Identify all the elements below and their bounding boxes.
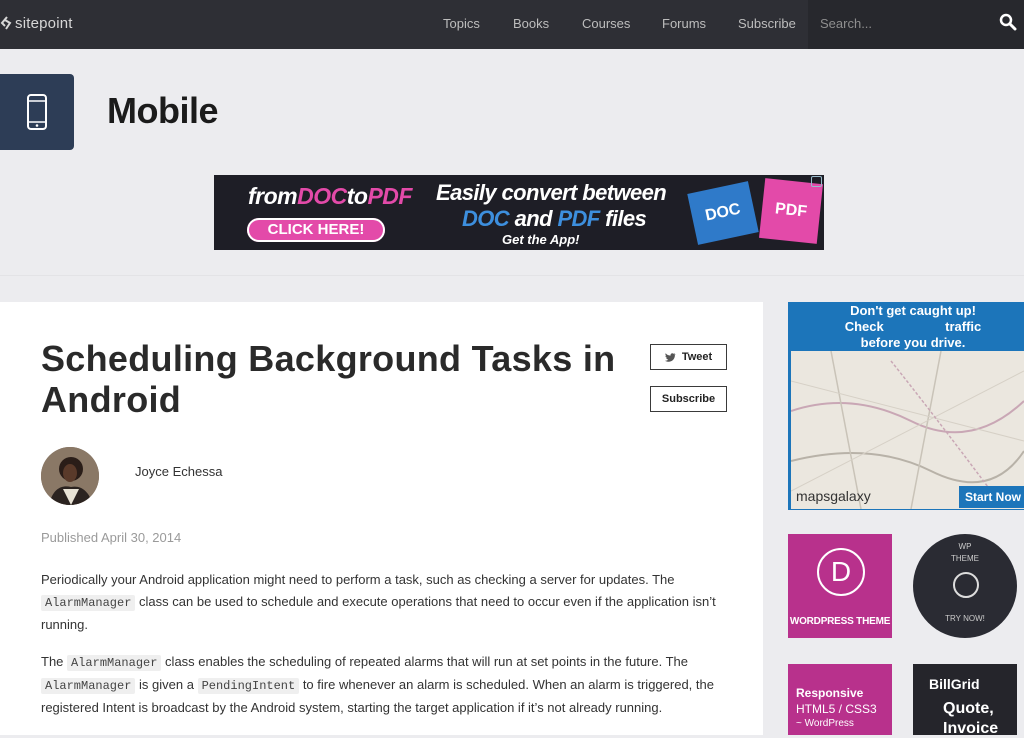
doc-file-icon: DOC (687, 181, 759, 245)
author-photo (41, 447, 99, 505)
theme-ring-icon (953, 572, 979, 598)
search-input[interactable]: Search... (808, 0, 1024, 49)
code-alarmmanager: AlarmManager (67, 655, 162, 671)
banner-ad[interactable]: fromDOCtoPDF CLICK HERE! Easily convert … (214, 175, 824, 250)
responsive-html5-ad[interactable]: Responsive HTML5 / CSS3 ~ WordPress (788, 664, 892, 735)
author-name[interactable]: Joyce Echessa (135, 464, 222, 479)
nav-courses[interactable]: Courses (582, 16, 630, 31)
tweet-label: Tweet (681, 351, 713, 363)
header-divider (0, 275, 1024, 276)
published-date: Published April 30, 2014 (41, 530, 182, 545)
search-placeholder: Search... (820, 16, 873, 31)
category-title: Mobile (107, 90, 219, 131)
author-avatar[interactable] (41, 447, 99, 505)
nav-subscribe[interactable]: Subscribe (738, 16, 796, 31)
ad-headline: Easily convert between (436, 180, 667, 205)
adchoices-icon[interactable] (811, 176, 822, 187)
billgrid-brand: BillGrid (929, 676, 980, 692)
code-pendingintent: PendingIntent (197, 678, 300, 694)
try-now-label: TRY NOW! (945, 614, 985, 623)
sitepoint-logo[interactable]: sitepoint (0, 12, 73, 34)
nav-topics[interactable]: Topics (443, 16, 480, 31)
subscribe-label: Subscribe (661, 393, 716, 405)
mobile-category-tile (0, 74, 74, 150)
article-paragraph-2: The AlarmManager class enables the sched… (41, 654, 714, 715)
wordpress-theme-label: WORDPRESS THEME (789, 616, 891, 627)
top-navbar: sitepoint Topics Books Courses Forums Su… (0, 0, 1024, 49)
maps-ad-text: Don't get caught up! Check traffic befor… (844, 303, 982, 350)
responsive-label: Responsive (796, 686, 864, 700)
wordpress-theme-ad[interactable]: D WORDPRESS THEME (788, 534, 892, 638)
mapsgalaxy-brand: mapsgalaxy (796, 488, 871, 504)
ad-brand: fromDOCtoPDF (248, 183, 412, 209)
article-paragraph-1: Periodically your Android application mi… (41, 572, 716, 632)
search-icon[interactable] (999, 13, 1017, 31)
theme-label: THEME (951, 554, 979, 563)
start-now-button[interactable]: Start Now (959, 486, 1024, 508)
nav-forums[interactable]: Forums (662, 16, 706, 31)
ad-tagline: Get the App! (502, 232, 580, 247)
twitter-icon (664, 352, 676, 362)
article-title: Scheduling Background Tasks in Android (41, 338, 616, 420)
mobile-phone-icon (27, 94, 47, 130)
pdf-file-icon: PDF (759, 178, 823, 244)
logo-text: sitepoint (15, 14, 73, 32)
code-alarmmanager: AlarmManager (41, 595, 136, 611)
divi-logo-icon: D (817, 548, 865, 596)
nav-books[interactable]: Books (513, 16, 549, 31)
quote-label: Quote, (943, 700, 994, 717)
billgrid-ad[interactable]: BillGrid Quote, Invoice (913, 664, 1017, 737)
subscribe-button[interactable]: Subscribe (650, 386, 727, 412)
ad-subheadline: DOC and PDF files (462, 206, 647, 231)
ad-click-here-button[interactable]: CLICK HERE! (247, 218, 385, 242)
wp-theme-circle-ad[interactable]: WP THEME TRY NOW! (913, 534, 1017, 638)
code-alarmmanager: AlarmManager (41, 678, 136, 694)
html5-css3-label: HTML5 / CSS3 (796, 702, 877, 716)
wordpress-label: ~ WordPress (796, 718, 854, 729)
wp-label: WP (958, 542, 972, 551)
sitepoint-logo-icon (0, 16, 12, 30)
maps-galaxy-ad[interactable]: Don't get caught up! Check traffic befor… (788, 302, 1024, 510)
invoice-label: Invoice (943, 720, 999, 737)
tweet-button[interactable]: Tweet (650, 344, 727, 370)
